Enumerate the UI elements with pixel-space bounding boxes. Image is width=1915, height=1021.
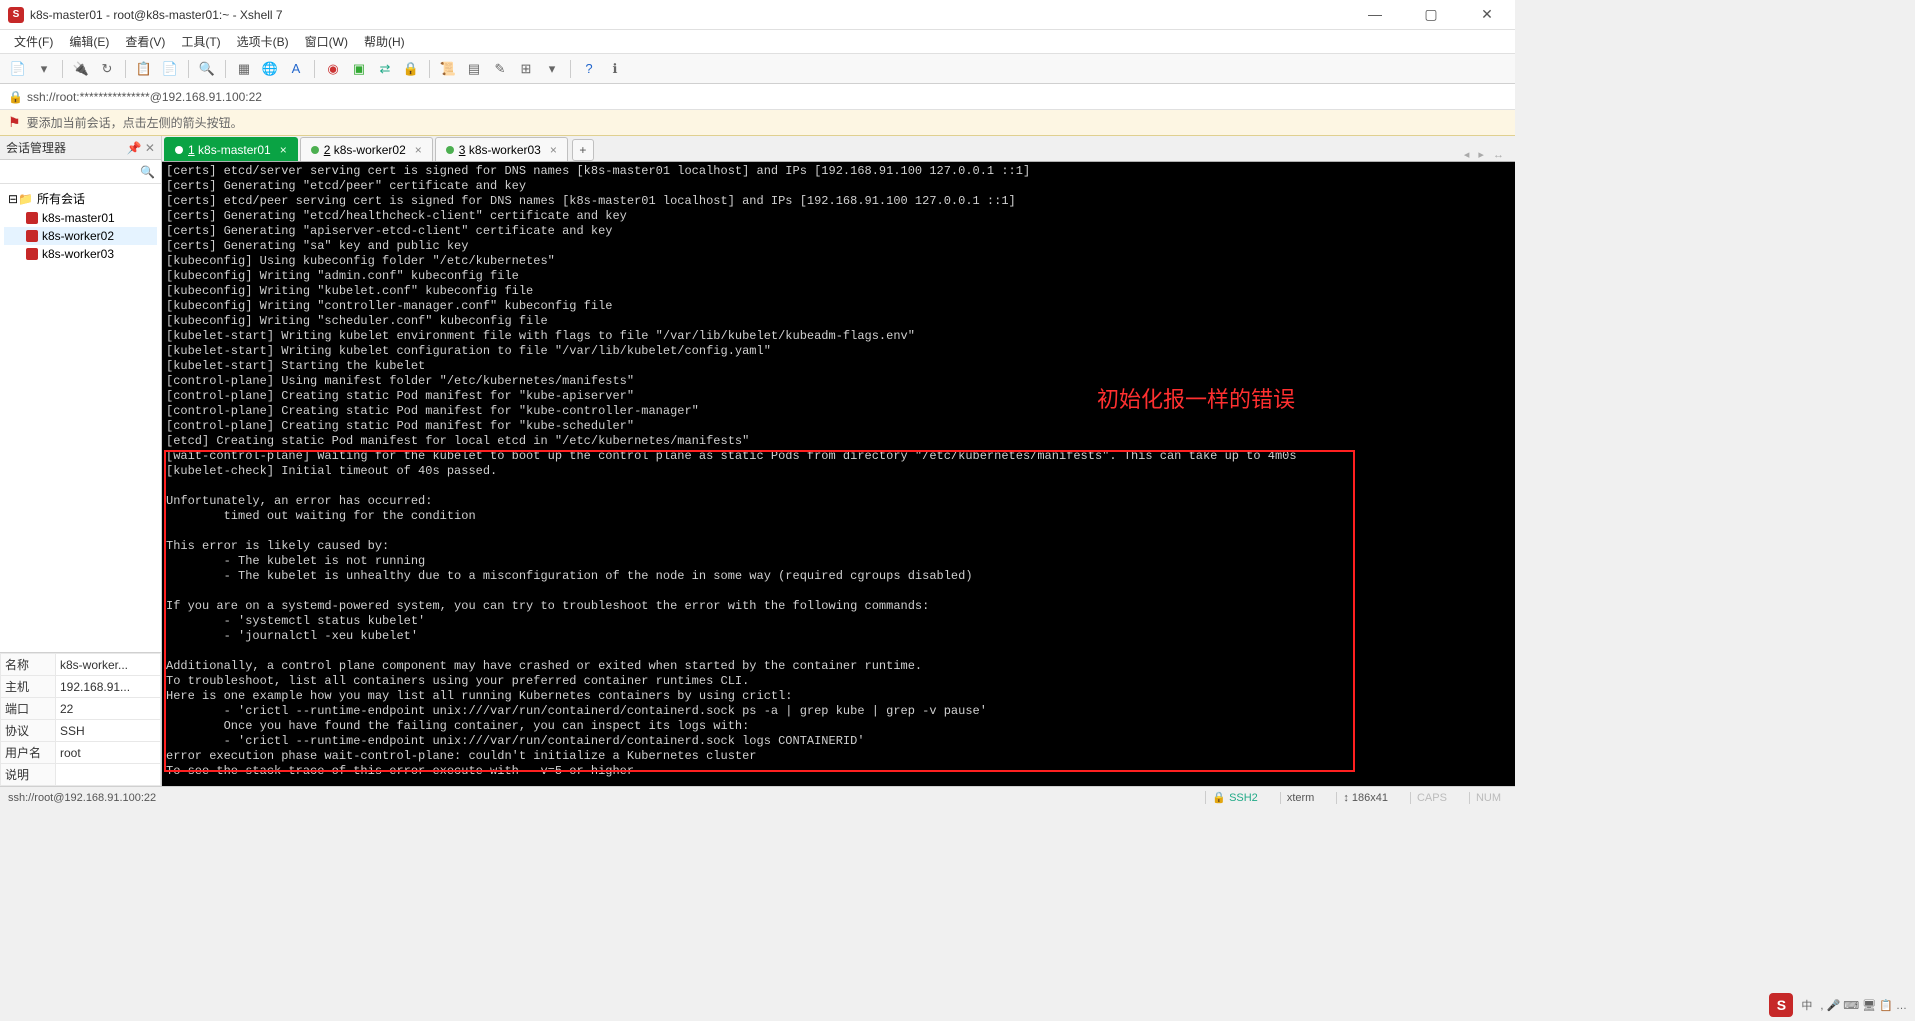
session-tree-item[interactable]: k8s-worker02 — [4, 227, 157, 245]
menu-help[interactable]: 帮助(H) — [358, 31, 411, 52]
session-tab[interactable]: 1 k8s-master01× — [164, 137, 298, 161]
status-ssh-icon: 🔒 SSH2 — [1205, 791, 1264, 804]
app-tray-icon[interactable]: S — [1769, 993, 1793, 1017]
macro-icon[interactable]: ▤ — [464, 59, 484, 79]
menu-window[interactable]: 窗口(W) — [299, 31, 354, 52]
infobar: ⚑ 要添加当前会话，点击左侧的箭头按钮。 — [0, 110, 1515, 136]
ssl-lock-icon: 🔒 — [8, 90, 23, 104]
session-tab[interactable]: 3 k8s-worker03× — [435, 137, 568, 161]
size-icon: ↕ — [1343, 792, 1349, 804]
info-flag-icon: ⚑ — [8, 114, 21, 131]
dropdown-icon[interactable]: ▾ — [34, 59, 54, 79]
status-caps: CAPS — [1410, 792, 1453, 804]
menu-tools[interactable]: 工具(T) — [175, 31, 226, 52]
address-url: ssh://root:***************@192.168.91.10… — [27, 90, 262, 104]
property-row: 说明 — [1, 764, 161, 786]
session-manager-tools: 🔍 — [0, 160, 161, 184]
session-icon — [26, 248, 38, 260]
copy-icon[interactable]: 📋 — [134, 59, 154, 79]
reconnect-icon[interactable]: ↻ — [97, 59, 117, 79]
session-tab[interactable]: 2 k8s-worker02× — [300, 137, 433, 161]
tab-nav-arrows[interactable]: ◂ ▸ ↔ — [1456, 148, 1515, 161]
connect-icon[interactable]: 🔌 — [71, 59, 91, 79]
folder-icon[interactable]: ▣ — [349, 59, 369, 79]
infobar-text: 要添加当前会话，点击左侧的箭头按钮。 — [27, 114, 243, 131]
session-manager-panel: 会话管理器 📌 ✕ 🔍 ⊟ 📁 所有会话 k8s-master01k8s-wor… — [0, 136, 162, 786]
status-num: NUM — [1469, 792, 1507, 804]
globe-icon[interactable]: 🌐 — [260, 59, 280, 79]
property-row: 主机192.168.91... — [1, 676, 161, 698]
session-tree-item[interactable]: k8s-master01 — [4, 209, 157, 227]
property-row: 协议SSH — [1, 720, 161, 742]
search-icon[interactable]: 🔍 — [197, 59, 217, 79]
paste-icon[interactable]: 📄 — [160, 59, 180, 79]
menu-file[interactable]: 文件(F) — [8, 31, 59, 52]
ime-indicator[interactable]: 中 — [1801, 997, 1812, 1013]
addressbar[interactable]: 🔒 ssh://root:***************@192.168.91.… — [0, 84, 1515, 110]
session-icon — [26, 230, 38, 242]
status-dot-icon — [175, 146, 183, 154]
window-title: k8s-master01 - root@k8s-master01:~ - Xsh… — [30, 8, 1355, 22]
statusbar: ssh://root@192.168.91.100:22 🔒 SSH2 xter… — [0, 786, 1515, 808]
font-icon[interactable]: A — [286, 59, 306, 79]
filter-icon[interactable]: 🔍 — [140, 165, 155, 179]
annotation-text: 初始化报一样的错误 — [1097, 382, 1295, 414]
tab-close-icon[interactable]: × — [280, 143, 287, 157]
menubar: 文件(F) 编辑(E) 查看(V) 工具(T) 选项卡(B) 窗口(W) 帮助(… — [0, 30, 1515, 54]
script-icon[interactable]: 📜 — [438, 59, 458, 79]
session-tabbar: 1 k8s-master01×2 k8s-worker02×3 k8s-work… — [162, 136, 1515, 162]
session-manager-title: 会话管理器 📌 ✕ — [0, 136, 161, 160]
property-row: 名称k8s-worker... — [1, 654, 161, 676]
menu-view[interactable]: 查看(V) — [119, 31, 171, 52]
terminal-view[interactable]: [certs] etcd/server serving cert is sign… — [162, 162, 1515, 786]
close-button[interactable]: ✕ — [1467, 6, 1507, 23]
os-taskbar-overlay: S 中 , 🎤 ⌨ 🖥 📋 … — [1761, 989, 1915, 1021]
status-size: ↕ 186x41 — [1336, 792, 1394, 804]
session-tree-item[interactable]: k8s-worker03 — [4, 245, 157, 263]
property-row: 用户名root — [1, 742, 161, 764]
new-session-icon[interactable]: 📄 — [8, 59, 28, 79]
menu-options[interactable]: 选项卡(B) — [231, 31, 295, 52]
terminal-output: [certs] etcd/server serving cert is sign… — [162, 162, 1515, 781]
tab-close-icon[interactable]: × — [415, 143, 422, 157]
status-dot-icon — [311, 146, 319, 154]
compose-icon[interactable]: ✎ — [490, 59, 510, 79]
layout-icon[interactable]: ⊞ — [516, 59, 536, 79]
status-dot-icon — [446, 146, 454, 154]
pin-icon[interactable]: 📌 ✕ — [127, 141, 155, 155]
palette-icon[interactable]: ▦ — [234, 59, 254, 79]
tree-root[interactable]: ⊟ 📁 所有会话 — [4, 188, 157, 209]
window-titlebar: S k8s-master01 - root@k8s-master01:~ - X… — [0, 0, 1515, 30]
toolbar: 📄 ▾ 🔌 ↻ 📋 📄 🔍 ▦ 🌐 A ◉ ▣ ⇄ 🔒 📜 ▤ ✎ ⊞ ▾ ? … — [0, 54, 1515, 84]
record-icon[interactable]: ◉ — [323, 59, 343, 79]
session-icon — [26, 212, 38, 224]
lock-icon[interactable]: 🔒 — [401, 59, 421, 79]
layout-dropdown-icon[interactable]: ▾ — [542, 59, 562, 79]
collapse-icon[interactable]: ⊟ — [8, 192, 18, 206]
property-row: 端口22 — [1, 698, 161, 720]
folder-icon: 📁 — [18, 192, 33, 206]
maximize-button[interactable]: ▢ — [1411, 6, 1451, 23]
menu-edit[interactable]: 编辑(E) — [63, 31, 115, 52]
minimize-button[interactable]: — — [1355, 6, 1395, 23]
about-icon[interactable]: ℹ — [605, 59, 625, 79]
status-term: xterm — [1280, 792, 1321, 804]
tray-icons[interactable]: , 🎤 ⌨ 🖥 📋 … — [1820, 999, 1907, 1012]
app-icon: S — [8, 7, 24, 23]
help-icon[interactable]: ? — [579, 59, 599, 79]
tab-close-icon[interactable]: × — [550, 143, 557, 157]
status-connection: ssh://root@192.168.91.100:22 — [8, 792, 1189, 804]
new-tab-button[interactable]: + — [572, 139, 594, 161]
session-properties: 名称k8s-worker...主机192.168.91...端口22协议SSH用… — [0, 652, 161, 786]
transfer-icon[interactable]: ⇄ — [375, 59, 395, 79]
session-tree[interactable]: ⊟ 📁 所有会话 k8s-master01k8s-worker02k8s-wor… — [0, 184, 161, 652]
